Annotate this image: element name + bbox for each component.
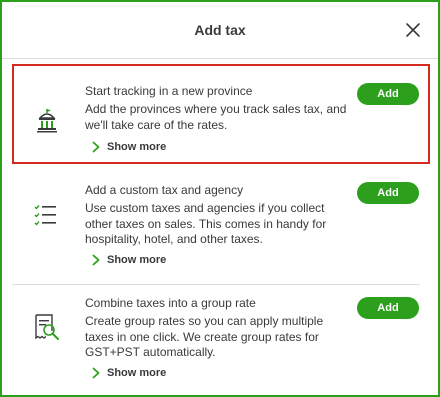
option-description: Create group rates so you can apply mult… xyxy=(85,314,324,359)
chevron-right-icon xyxy=(91,141,101,153)
show-more-link[interactable]: Show more xyxy=(91,141,166,153)
add-tax-dialog: Add tax Start tracking in a new province xyxy=(0,0,440,397)
add-group-rate-button[interactable]: Add xyxy=(357,297,419,319)
show-more-label: Show more xyxy=(107,254,167,266)
option-custom-tax: Add a custom tax and agency Use custom t… xyxy=(12,168,430,282)
show-more-label: Show more xyxy=(107,141,167,153)
option-title: Combine taxes into a group rate xyxy=(85,296,256,310)
option-new-province: Start tracking in a new province Add the… xyxy=(12,64,430,164)
government-building-icon xyxy=(33,106,61,134)
option-title: Start tracking in a new province xyxy=(85,84,253,98)
receipt-search-icon xyxy=(33,313,61,341)
header-divider xyxy=(2,58,438,59)
show-more-label: Show more xyxy=(107,367,167,379)
chevron-right-icon xyxy=(91,254,101,266)
close-icon[interactable] xyxy=(404,21,422,39)
option-group-rate: Combine taxes into a group rate Create g… xyxy=(12,285,430,391)
add-custom-tax-button[interactable]: Add xyxy=(357,182,419,204)
checklist-icon xyxy=(33,202,61,230)
chevron-right-icon xyxy=(91,367,101,379)
dialog-header: Add tax xyxy=(2,2,438,60)
show-more-link[interactable]: Show more xyxy=(91,367,166,379)
option-title: Add a custom tax and agency xyxy=(85,183,244,197)
add-province-button[interactable]: Add xyxy=(357,83,419,105)
show-more-link[interactable]: Show more xyxy=(91,254,166,266)
option-description: Add the provinces where you track sales … xyxy=(85,102,347,132)
option-description: Use custom taxes and agencies if you col… xyxy=(85,201,327,246)
dialog-title: Add tax xyxy=(194,22,246,38)
